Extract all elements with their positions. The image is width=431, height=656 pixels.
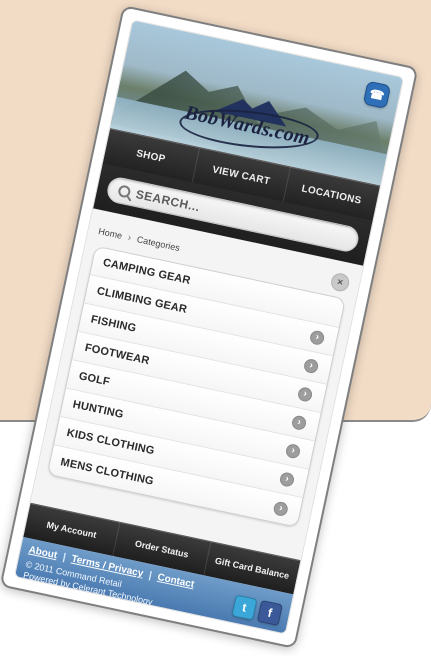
chevron-right-icon: ›: [296, 386, 314, 403]
facebook-button[interactable]: f: [256, 599, 283, 626]
breadcrumb-home-link[interactable]: Home: [98, 226, 124, 241]
footer-link-separator: |: [147, 570, 153, 582]
category-label: FISHING: [89, 313, 138, 335]
chevron-right-icon: ›: [272, 500, 290, 517]
nav-locations-label: LOCATIONS: [300, 182, 363, 207]
chevron-right-icon: ›: [284, 442, 302, 460]
nav-shop-label: SHOP: [135, 147, 167, 165]
footer-tab-label: My Account: [45, 519, 98, 541]
close-icon: ×: [336, 276, 345, 289]
clear-search-button[interactable]: ×: [329, 271, 351, 293]
category-label: HUNTING: [71, 398, 125, 421]
call-button[interactable]: ☎: [362, 80, 392, 110]
chevron-right-icon: ›: [278, 471, 296, 488]
twitter-icon: t: [241, 600, 248, 615]
main-content: Home › Categories × CAMPING GEAR › CLIMB…: [30, 208, 364, 562]
chevron-right-icon: ›: [302, 357, 320, 375]
breadcrumb-separator: ›: [126, 231, 133, 244]
search-placeholder: SEARCH...: [134, 187, 202, 215]
category-label: FOOTWEAR: [83, 341, 151, 368]
footer-tab-label: Order Status: [134, 538, 190, 560]
phone-icon: ☎: [368, 86, 386, 104]
chevron-right-icon: ›: [290, 414, 308, 432]
search-icon: [117, 184, 132, 199]
nav-view-cart-label: VIEW CART: [211, 163, 272, 187]
footer-link-separator: |: [61, 551, 67, 564]
categories-list: CAMPING GEAR › CLIMBING GEAR › FISHING ›…: [46, 245, 346, 528]
breadcrumb-current: Categories: [136, 234, 181, 254]
twitter-button[interactable]: t: [231, 594, 258, 621]
footer-tab-label: Gift Card Balance: [214, 555, 291, 581]
category-label: GOLF: [77, 370, 111, 389]
chevron-right-icon: ›: [308, 329, 326, 347]
facebook-icon: f: [266, 605, 274, 621]
footer-link-about[interactable]: About: [28, 545, 59, 562]
